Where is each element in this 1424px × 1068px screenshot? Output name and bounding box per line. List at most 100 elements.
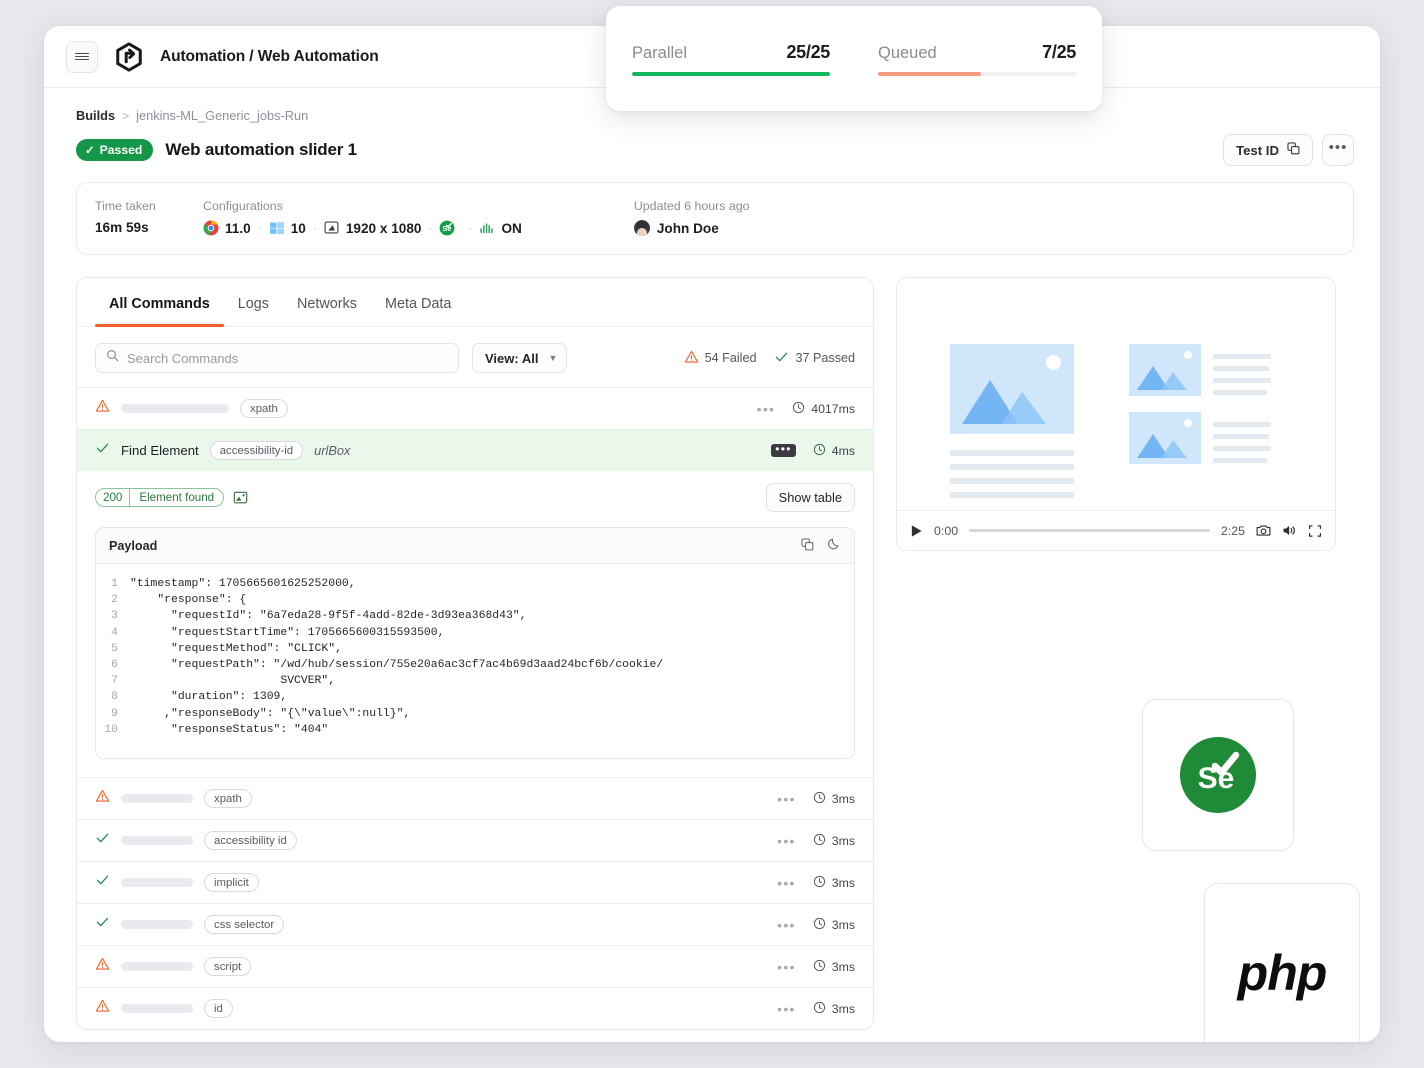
- table-row[interactable]: accessibility id ••• 3ms: [77, 819, 873, 861]
- row-more-icon[interactable]: •••: [757, 405, 776, 413]
- filter-row: View: All ▼ 54 Fai: [77, 327, 873, 387]
- row-more-icon[interactable]: •••: [777, 921, 796, 929]
- line-content: "requestPath": "/wd/hub/session/755e20a6…: [130, 657, 663, 673]
- line-number: 1: [96, 576, 130, 592]
- table-row[interactable]: xpath ••• 4017ms: [77, 387, 873, 429]
- check-icon: ✓: [85, 143, 95, 157]
- line-number: 5: [96, 641, 130, 657]
- image-icon[interactable]: [233, 490, 248, 505]
- status-pill: 200 Element found: [95, 488, 224, 507]
- warning-icon: [95, 399, 110, 418]
- payload-actions: [801, 537, 841, 554]
- clock-icon: [813, 833, 826, 849]
- parallel-stat: Parallel 25/25: [632, 42, 830, 76]
- show-table-button[interactable]: Show table: [766, 483, 855, 512]
- command-argument: urlBox: [314, 443, 350, 458]
- test-id-label: Test ID: [1236, 143, 1279, 158]
- copy-icon: [1287, 142, 1300, 158]
- row-more-icon[interactable]: •••: [771, 444, 796, 457]
- duration-value: 4017ms: [811, 402, 855, 416]
- queued-progress-track: [878, 72, 1076, 76]
- time-taken-value: 16m 59s: [95, 220, 203, 235]
- breadcrumb-root[interactable]: Builds: [76, 108, 115, 123]
- duration: 3ms: [813, 917, 855, 933]
- tab-meta-data[interactable]: Meta Data: [371, 278, 465, 326]
- placeholder-image-large: [950, 344, 1074, 434]
- code-line: 10 "responseStatus": "404": [96, 722, 854, 738]
- line-content: SVCVER",: [130, 673, 335, 689]
- code-line: 6 "requestPath": "/wd/hub/session/755e20…: [96, 657, 854, 673]
- code-line: 2 "response": {: [96, 592, 854, 608]
- warning-icon: [95, 999, 110, 1018]
- line-number: 10: [96, 722, 130, 738]
- play-icon[interactable]: [910, 524, 923, 538]
- progress-slider[interactable]: [969, 529, 1210, 532]
- config-os: 10: [269, 220, 306, 236]
- warning-icon: [95, 789, 110, 808]
- tab-all-commands[interactable]: All Commands: [95, 278, 224, 326]
- duration: 4ms: [813, 443, 855, 459]
- video-stage: [897, 278, 1335, 510]
- line-number: 8: [96, 689, 130, 705]
- config-resolution: 1920 x 1080: [324, 220, 422, 236]
- line-content: "response": {: [130, 592, 246, 608]
- clock-icon: [813, 791, 826, 807]
- duration: 4017ms: [792, 401, 855, 417]
- search-input[interactable]: [127, 351, 448, 366]
- video-player-card: 0:00 2:25: [896, 277, 1336, 551]
- locator-chip: xpath: [240, 399, 288, 418]
- locator-chip: accessibility-id: [210, 441, 303, 460]
- moon-icon[interactable]: [827, 537, 841, 554]
- fullscreen-icon[interactable]: [1308, 524, 1322, 538]
- placeholder-image-small-2: [1129, 412, 1201, 464]
- row-more-icon[interactable]: •••: [777, 963, 796, 971]
- row-more-icon[interactable]: •••: [777, 879, 796, 887]
- copy-icon[interactable]: [801, 538, 814, 554]
- row-actions: ••• 3ms: [777, 875, 855, 891]
- failed-count: 54 Failed: [684, 350, 757, 367]
- line-number: 2: [96, 592, 130, 608]
- row-actions: ••• 3ms: [777, 791, 855, 807]
- current-time: 0:00: [934, 524, 958, 538]
- row-more-icon[interactable]: •••: [777, 1005, 796, 1013]
- row-more-icon[interactable]: •••: [777, 795, 796, 803]
- duration-value: 3ms: [832, 876, 855, 890]
- placeholder-sun: [1046, 355, 1061, 370]
- commands-panel: All Commands Logs Networks Meta Data: [76, 277, 874, 1030]
- tab-logs[interactable]: Logs: [224, 278, 283, 326]
- duration-value: 3ms: [832, 834, 855, 848]
- table-row[interactable]: css selector ••• 3ms: [77, 903, 873, 945]
- table-row[interactable]: implicit ••• 3ms: [77, 861, 873, 903]
- camera-icon[interactable]: [1256, 523, 1271, 538]
- hamburger-icon[interactable]: [66, 41, 98, 73]
- brand-logo-icon: [112, 40, 146, 74]
- config-network-value: ON: [501, 221, 521, 236]
- breadcrumb-leaf[interactable]: jenkins-ML_Generic_jobs-Run: [136, 108, 308, 123]
- volume-icon[interactable]: [1282, 523, 1297, 538]
- search-box[interactable]: [95, 343, 459, 373]
- locator-chip: implicit: [204, 873, 259, 892]
- config-dot: ·: [313, 221, 317, 235]
- payload-card: Payload: [95, 527, 855, 759]
- selenium-icon: Se: [439, 220, 455, 236]
- warning-icon: [684, 350, 699, 367]
- tab-networks[interactable]: Networks: [283, 278, 371, 326]
- queued-stat: Queued 7/25: [878, 42, 1076, 76]
- status-badge-label: Passed: [100, 143, 143, 157]
- code-line: 9 ,"responseBody": "{\"value\":null}",: [96, 706, 854, 722]
- view-filter-dropdown[interactable]: View: All ▼: [472, 343, 567, 373]
- payload-title: Payload: [109, 539, 157, 553]
- clock-icon: [813, 959, 826, 975]
- row-actions: ••• 4017ms: [757, 401, 855, 417]
- table-row-selected[interactable]: Find Element accessibility-id urlBox •••: [77, 429, 873, 471]
- code-line: 3 "requestId": "6a7eda28-9f5f-4add-82de-…: [96, 608, 854, 624]
- more-options-button[interactable]: •••: [1322, 134, 1354, 166]
- table-row[interactable]: xpath ••• 3ms: [77, 777, 873, 819]
- duration: 3ms: [813, 875, 855, 891]
- table-row[interactable]: script ••• 3ms: [77, 945, 873, 987]
- test-id-button[interactable]: Test ID: [1223, 134, 1313, 166]
- row-more-icon[interactable]: •••: [777, 837, 796, 845]
- table-row[interactable]: id ••• 3ms: [77, 987, 873, 1029]
- config-network: ON: [479, 220, 521, 236]
- app-window: Automation / Web Automation Builds > jen…: [44, 26, 1380, 1042]
